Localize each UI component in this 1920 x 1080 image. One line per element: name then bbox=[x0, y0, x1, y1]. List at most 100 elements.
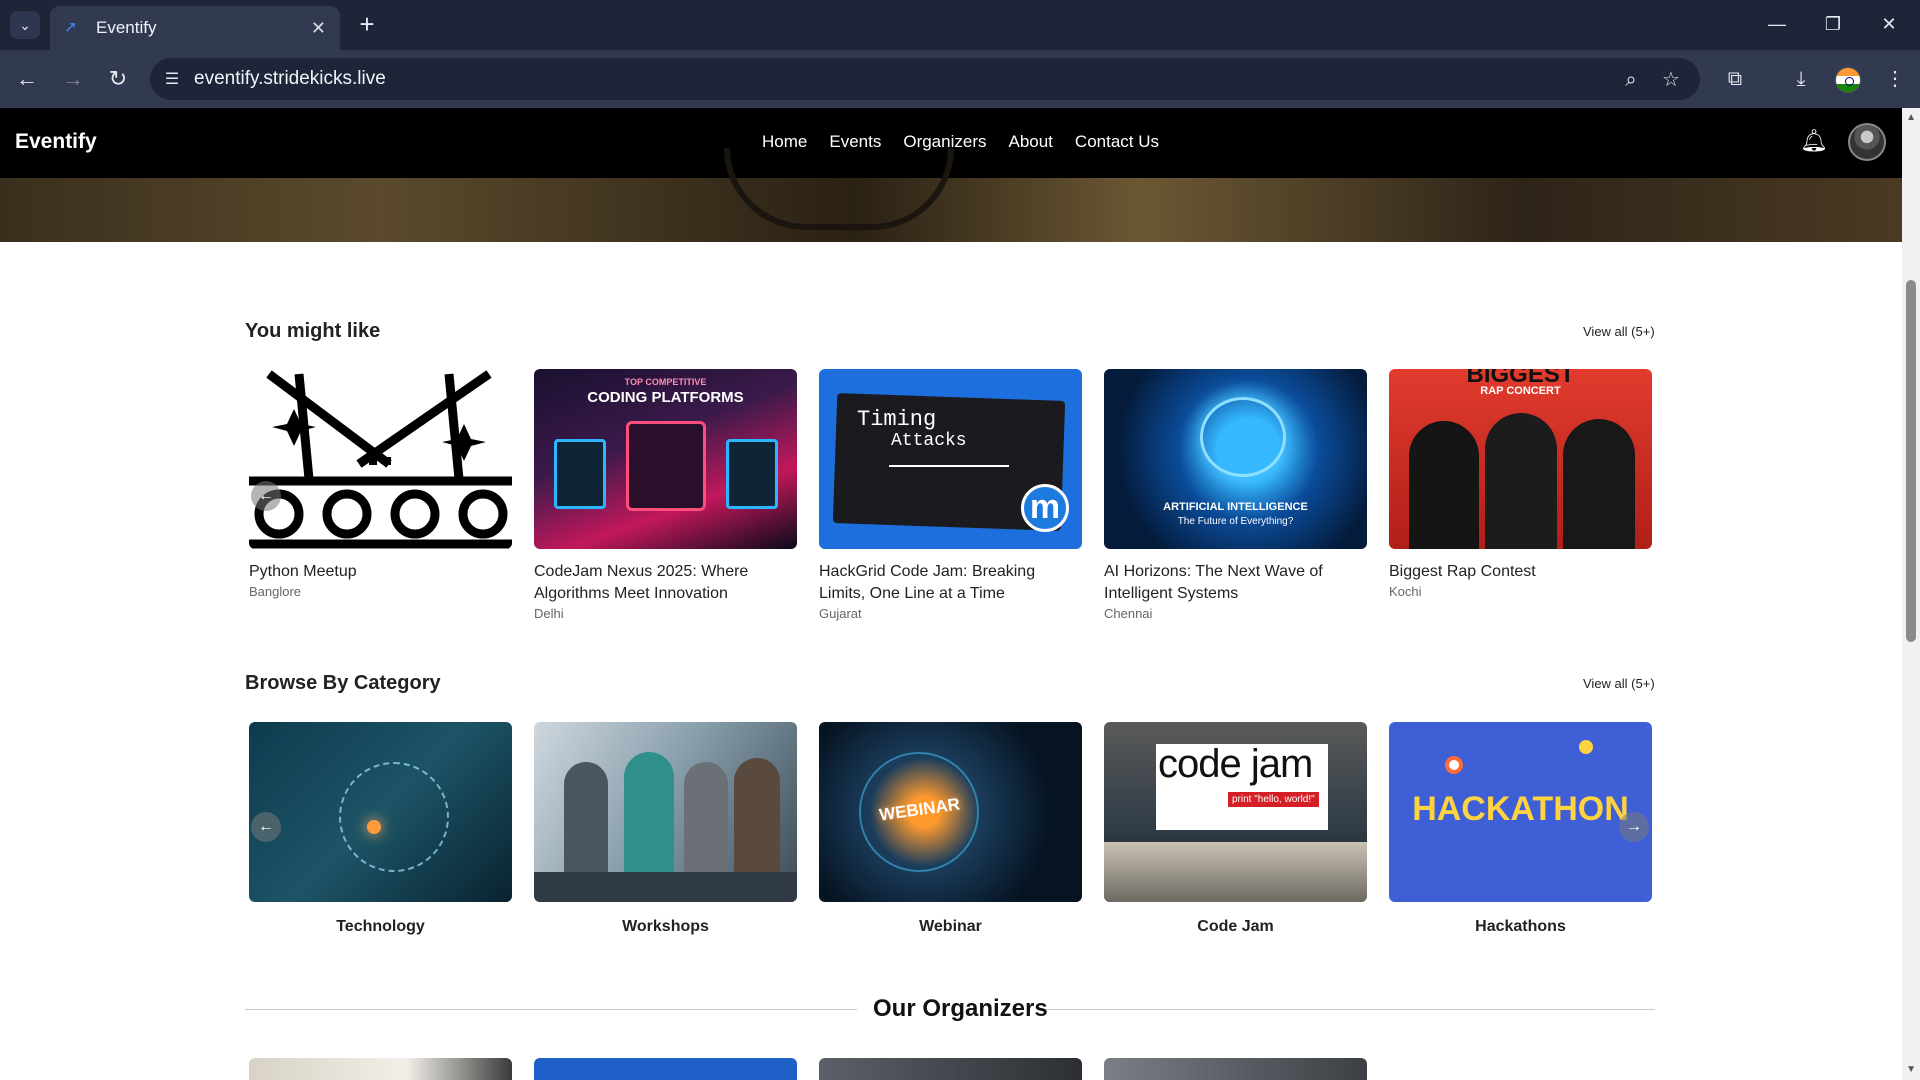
thumb-caption: RAP CONCERT bbox=[1480, 385, 1561, 397]
divider bbox=[245, 1009, 857, 1010]
event-thumbnail[interactable]: ARTIFICIAL INTELLIGENCE The Future of Ev… bbox=[1104, 369, 1367, 549]
performer-figure bbox=[1563, 419, 1635, 549]
event-card[interactable]: ARTIFICIAL INTELLIGENCE The Future of Ev… bbox=[1104, 369, 1367, 621]
event-city: Banglore bbox=[249, 584, 302, 599]
organizer-card[interactable] bbox=[249, 1058, 512, 1080]
bookmark-star-icon[interactable]: ☆ bbox=[1658, 67, 1684, 93]
close-tab-icon[interactable]: ✕ bbox=[311, 18, 326, 39]
event-title[interactable]: CodeJam Nexus 2025: Where Algorithms Mee… bbox=[534, 561, 797, 605]
m-logo-icon: m bbox=[1021, 484, 1069, 532]
category-label[interactable]: Technology bbox=[249, 918, 512, 936]
category-card[interactable]: WEBINAR Webinar bbox=[819, 722, 1082, 936]
event-title[interactable]: Python Meetup bbox=[249, 561, 512, 583]
event-thumbnail[interactable]: BIGGEST RAP CONCERT bbox=[1389, 369, 1652, 549]
hero-decor bbox=[724, 148, 954, 230]
category-thumbnail[interactable]: WEBINAR bbox=[819, 722, 1082, 902]
browser-tab[interactable]: ➚ Eventify ✕ bbox=[50, 6, 340, 50]
extensions-icon[interactable]: ⧉ bbox=[1720, 64, 1750, 94]
event-thumbnail[interactable]: TOP COMPETITIVE CODING PLATFORMS bbox=[534, 369, 797, 549]
close-window-icon[interactable]: ✕ bbox=[1866, 8, 1912, 40]
category-label[interactable]: Webinar bbox=[819, 918, 1082, 936]
target-icon bbox=[1445, 756, 1463, 774]
back-icon[interactable]: ← bbox=[12, 64, 42, 94]
category-label[interactable]: Hackathons bbox=[1389, 918, 1652, 936]
event-city: Gujarat bbox=[819, 606, 862, 621]
category-thumbnail[interactable]: ← bbox=[249, 722, 512, 902]
category-thumbnail[interactable]: HACKATHON → bbox=[1389, 722, 1652, 902]
performer-figure bbox=[1409, 421, 1479, 549]
menu-kebab-icon[interactable]: ⋮ bbox=[1880, 64, 1910, 94]
thumb-decor bbox=[726, 439, 778, 509]
event-city: Delhi bbox=[534, 606, 564, 621]
scrollbar-thumb[interactable] bbox=[1906, 280, 1916, 642]
category-card[interactable]: code jam print "hello, world!" Code Jam bbox=[1104, 722, 1367, 936]
restore-icon[interactable]: ❐ bbox=[1810, 8, 1856, 40]
category-label[interactable]: Code Jam bbox=[1104, 918, 1367, 936]
event-card[interactable]: Timing Attacks m HackGrid Code Jam: Brea… bbox=[819, 369, 1082, 621]
carousel-prev-icon[interactable]: ← bbox=[251, 481, 281, 511]
scroll-down-icon[interactable]: ▼ bbox=[1906, 1064, 1916, 1075]
user-avatar[interactable] bbox=[1848, 123, 1886, 161]
browser-tab-strip: ⌄ ➚ Eventify ✕ + — ❐ ✕ bbox=[0, 0, 1920, 50]
reload-icon[interactable]: ↻ bbox=[103, 64, 133, 94]
organizer-card[interactable] bbox=[1104, 1058, 1367, 1080]
thumb-caption: HACKATHON bbox=[1412, 790, 1629, 828]
notification-bell-icon[interactable]: 🔔︎ bbox=[1800, 128, 1828, 154]
you-might-like-title: You might like bbox=[245, 320, 381, 342]
category-thumbnail[interactable]: code jam print "hello, world!" bbox=[1104, 722, 1367, 902]
thumb-decor bbox=[367, 820, 381, 834]
forward-icon[interactable]: → bbox=[58, 64, 88, 94]
url-text[interactable]: eventify.stridekicks.live bbox=[194, 68, 386, 90]
profile-flag-icon[interactable] bbox=[1835, 67, 1861, 93]
person-figure bbox=[564, 762, 608, 872]
category-thumbnail[interactable] bbox=[534, 722, 797, 902]
event-title[interactable]: HackGrid Code Jam: Breaking Limits, One … bbox=[819, 561, 1082, 605]
organizer-card[interactable] bbox=[819, 1058, 1082, 1080]
event-card[interactable]: BIGGEST RAP CONCERT Biggest Rap Contest … bbox=[1389, 369, 1652, 599]
browse-category-title: Browse By Category bbox=[245, 672, 441, 694]
person-figure bbox=[624, 752, 674, 872]
nav-contact[interactable]: Contact Us bbox=[1075, 132, 1159, 152]
person-figure bbox=[684, 762, 728, 872]
thumb-caption: ARTIFICIAL INTELLIGENCE bbox=[1163, 501, 1308, 513]
browser-toolbar: ← → ↻ ☰ eventify.stridekicks.live ⌕ ☆ ⧉ … bbox=[0, 50, 1920, 108]
scroll-up-icon[interactable]: ▲ bbox=[1906, 112, 1916, 123]
category-card[interactable]: HACKATHON → Hackathons bbox=[1389, 722, 1652, 936]
event-thumbnail[interactable]: Timing Attacks m bbox=[819, 369, 1082, 549]
event-card[interactable]: TOP COMPETITIVE CODING PLATFORMS CodeJam… bbox=[534, 369, 797, 621]
hero-banner bbox=[0, 148, 1902, 242]
thumb-decor bbox=[554, 439, 606, 509]
python-meetup-art bbox=[249, 370, 512, 549]
organizer-card[interactable] bbox=[534, 1058, 797, 1080]
minimize-icon[interactable]: — bbox=[1754, 8, 1800, 40]
carousel-next-icon[interactable]: → bbox=[1619, 812, 1649, 842]
category-card[interactable]: Workshops bbox=[534, 722, 797, 936]
download-icon[interactable]: ⤓ bbox=[1786, 64, 1816, 94]
nav-about[interactable]: About bbox=[1008, 132, 1052, 152]
event-thumbnail[interactable]: ← bbox=[249, 369, 512, 549]
category-card[interactable]: ← Technology bbox=[249, 722, 512, 936]
you-might-like-view-all[interactable]: View all (5+) bbox=[1583, 324, 1655, 339]
organizers-title: Our Organizers bbox=[873, 995, 1048, 1022]
brain-icon bbox=[1200, 397, 1286, 477]
web-page: Eventify Home Events Organizers About Co… bbox=[0, 108, 1902, 1080]
category-label[interactable]: Workshops bbox=[534, 918, 797, 936]
zoom-icon[interactable]: ⌕ bbox=[1618, 67, 1644, 93]
carousel-prev-icon[interactable]: ← bbox=[251, 812, 281, 842]
thumb-caption: TOP COMPETITIVE bbox=[624, 377, 707, 387]
site-info-icon[interactable]: ☰ bbox=[150, 69, 194, 89]
address-bar[interactable]: ☰ eventify.stridekicks.live ⌕ ☆ bbox=[150, 58, 1700, 100]
new-tab-button[interactable]: + bbox=[352, 10, 382, 40]
thumb-caption: The Future of Everything? bbox=[1177, 516, 1294, 527]
site-brand[interactable]: Eventify bbox=[15, 130, 97, 154]
event-title[interactable]: Biggest Rap Contest bbox=[1389, 561, 1652, 583]
browse-category-view-all[interactable]: View all (5+) bbox=[1583, 676, 1655, 691]
thumb-caption: CODING PLATFORMS bbox=[587, 389, 744, 406]
tab-search-button[interactable]: ⌄ bbox=[10, 11, 40, 39]
thumb-caption: print "hello, world!" bbox=[1228, 792, 1319, 807]
eventify-favicon-icon: ➚ bbox=[64, 19, 78, 36]
event-card[interactable]: ← Python Meetup Banglore bbox=[249, 369, 512, 599]
event-city: Chennai bbox=[1104, 606, 1153, 621]
tab-title: Eventify bbox=[96, 18, 157, 37]
event-title[interactable]: AI Horizons: The Next Wave of Intelligen… bbox=[1104, 561, 1367, 605]
